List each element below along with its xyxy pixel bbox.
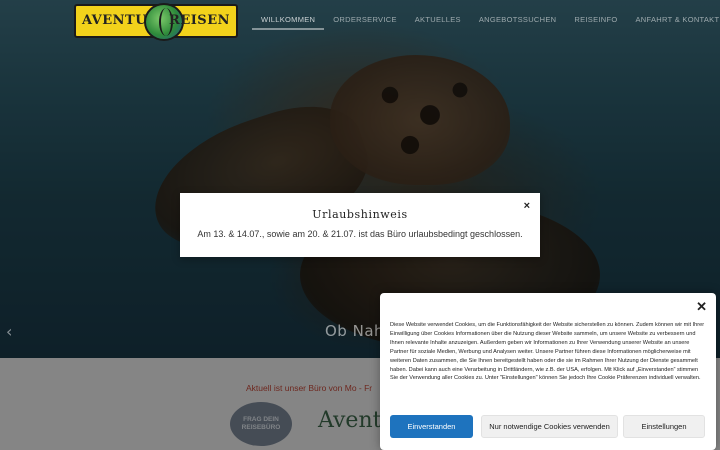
- vacation-notice-modal: Urlaubshinweis Am 13. & 14.07., sowie am…: [180, 193, 540, 257]
- nav-item-aktuelles[interactable]: AKTUELLES: [406, 14, 470, 30]
- modal-body: Am 13. & 14.07., sowie am 20. & 21.07. i…: [197, 229, 523, 239]
- slide-caption: Ob Nah: [325, 322, 385, 340]
- cookie-consent-banner: ✕ Diese Website verwendet Cookies, um di…: [380, 293, 716, 450]
- cookie-text: Diese Website verwendet Cookies, um die …: [390, 322, 705, 382]
- close-icon[interactable]: ×: [524, 200, 530, 212]
- nav-item-orderservice[interactable]: ORDERSERVICE: [324, 14, 405, 30]
- nav-item-anfahrt-kontakt[interactable]: ANFAHRT & KONTAKT: [626, 14, 720, 30]
- modal-title: Urlaubshinweis: [312, 208, 408, 221]
- nav-item-angebotssuchen[interactable]: ANGEBOTSSUCHEN: [470, 14, 566, 30]
- logo-text-right: REISEN: [169, 13, 230, 28]
- slider-prev-icon[interactable]: ‹: [6, 322, 12, 341]
- accept-cookies-button[interactable]: Einverstanden: [390, 415, 473, 438]
- nav-item-willkommen[interactable]: WILLKOMMEN: [252, 14, 325, 30]
- cookie-settings-button[interactable]: Einstellungen: [623, 415, 705, 438]
- necessary-cookies-button[interactable]: Nur notwendige Cookies verwenden: [481, 415, 618, 438]
- nav-item-reiseinfo[interactable]: REISEINFO: [565, 14, 626, 30]
- cookie-close-icon[interactable]: ✕: [696, 299, 707, 315]
- site-logo[interactable]: AVENTURA REISEN: [74, 3, 238, 41]
- site-header: AVENTURA REISEN WILLKOMMEN ORDERSERVICE …: [0, 0, 720, 42]
- main-nav: WILLKOMMEN ORDERSERVICE AKTUELLES ANGEBO…: [252, 14, 720, 30]
